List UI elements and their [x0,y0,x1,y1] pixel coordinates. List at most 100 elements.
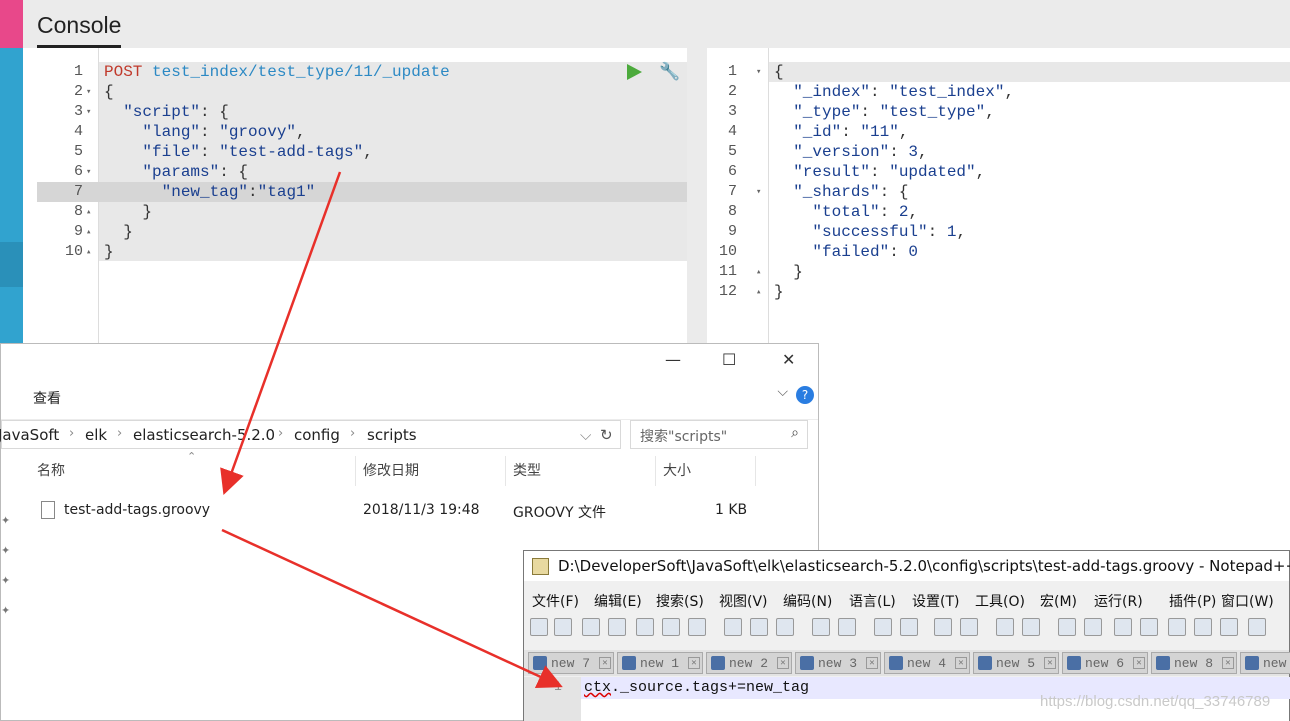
menu-item[interactable]: 设置(T) [912,591,959,611]
function-list-icon[interactable] [1194,618,1212,636]
file-tab[interactable]: new✕ [1240,652,1290,674]
close-button[interactable]: ✕ [782,350,795,369]
file-tab[interactable]: new 6 ✕ [1062,652,1148,674]
wrench-icon[interactable]: 🔧 [659,62,680,83]
show-all-icon[interactable] [1084,618,1102,636]
file-tab[interactable]: new 8 ✕ [1151,652,1237,674]
tab-view[interactable]: 查看 [33,388,61,408]
menu-item[interactable]: 编码(N) [783,591,832,611]
file-tab[interactable]: new 3 ✕ [795,652,881,674]
code-line[interactable]: { [774,62,784,82]
menu-item[interactable]: 运行(R) [1094,591,1143,611]
maximize-button[interactable]: ☐ [722,350,736,369]
print-icon[interactable] [688,618,706,636]
close-icon[interactable] [636,618,654,636]
code-line[interactable]: "_id": "11", [774,122,908,142]
open-file-icon[interactable] [554,618,572,636]
column-divider[interactable] [655,456,656,486]
column-divider[interactable] [755,456,756,486]
save-icon[interactable] [582,618,600,636]
chevron-right-icon[interactable]: › [278,426,283,441]
pin-icon[interactable]: ✦ [1,514,10,527]
fold-toggle-icon[interactable]: ▾ [86,162,91,182]
column-header-type[interactable]: 类型 [513,460,541,480]
code-line[interactable]: "lang": "groovy", [104,122,305,142]
code-line[interactable]: "file": "test-add-tags", [104,142,372,162]
sync-v-icon[interactable] [996,618,1014,636]
pin-icon[interactable]: ✦ [1,604,10,617]
chevron-down-icon[interactable]: ⌵ [580,426,591,444]
code-line[interactable]: "script": { [104,102,229,122]
code-line[interactable]: "successful": 1, [774,222,966,242]
code-line[interactable]: "failed": 0 [774,242,918,262]
chevron-down-icon[interactable]: ⌵ [777,384,788,400]
copy-icon[interactable] [750,618,768,636]
column-divider[interactable] [355,456,356,486]
code-line[interactable]: { [104,82,114,102]
code-line[interactable]: "result": "updated", [774,162,985,182]
code-line[interactable]: "_shards": { [774,182,908,202]
console-tab[interactable]: Console [37,12,122,48]
zoom-out-icon[interactable] [960,618,978,636]
record-icon[interactable] [1220,618,1238,636]
redo-icon[interactable] [838,618,856,636]
code-line[interactable]: "_version": 3, [774,142,927,162]
file-tab[interactable]: new 7 ✕ [528,652,614,674]
chevron-right-icon[interactable]: › [117,426,122,441]
code-line[interactable]: } [774,262,803,282]
code-line[interactable]: POST test_index/test_type/11/_update [104,62,450,82]
fold-toggle-icon[interactable]: ▾ [756,182,761,202]
indent-guide-icon[interactable] [1114,618,1132,636]
column-header-modified[interactable]: 修改日期 [363,460,419,480]
fold-toggle-icon[interactable]: ▾ [756,62,761,82]
notepadpp-code[interactable]: ctx._source.tags+=new_tag [584,679,809,696]
code-line[interactable]: } [774,282,784,302]
close-tab-icon[interactable]: ✕ [599,657,611,669]
new-file-icon[interactable] [530,618,548,636]
replace-icon[interactable] [900,618,918,636]
code-line[interactable]: "params": { [104,162,248,182]
minimize-button[interactable]: — [665,350,681,369]
code-line[interactable]: "new_tag":"tag1" [104,182,316,202]
menu-item[interactable]: 视图(V) [719,591,768,611]
help-icon[interactable]: ? [796,386,814,404]
doc-map-icon[interactable] [1168,618,1186,636]
refresh-icon[interactable]: ↻ [600,426,613,444]
folder-icon[interactable] [1140,618,1158,636]
close-tab-icon[interactable]: ✕ [955,657,967,669]
code-line[interactable]: } [104,242,114,262]
code-line[interactable]: "_type": "test_type", [774,102,995,122]
code-line[interactable]: } [104,222,133,242]
wrap-icon[interactable] [1058,618,1076,636]
cut-icon[interactable] [724,618,742,636]
fold-toggle-icon[interactable]: ▾ [86,82,91,102]
close-tab-icon[interactable]: ✕ [1044,657,1056,669]
breadcrumb-scripts[interactable]: scripts [367,426,417,444]
code-line[interactable]: } [104,202,152,222]
close-tab-icon[interactable]: ✕ [1222,657,1234,669]
code-line[interactable]: "_index": "test_index", [774,82,1014,102]
file-tab[interactable]: new 5 ✕ [973,652,1059,674]
fold-toggle-icon[interactable]: ▴ [756,282,761,302]
close-tab-icon[interactable]: ✕ [777,657,789,669]
file-tab[interactable]: new 1 ✕ [617,652,703,674]
column-header-size[interactable]: 大小 [663,460,691,480]
menu-item[interactable]: 工具(O) [975,591,1025,611]
file-tab[interactable]: new 4 ✕ [884,652,970,674]
menu-item[interactable]: 语言(L) [849,591,896,611]
breadcrumb-elk[interactable]: elk [85,426,107,444]
menu-item[interactable]: 搜索(S) [656,591,704,611]
breadcrumb-javasoft[interactable]: JavaSoft [0,426,59,444]
close-tab-icon[interactable]: ✕ [866,657,878,669]
close-tab-icon[interactable]: ✕ [688,657,700,669]
pin-icon[interactable]: ✦ [1,544,10,557]
find-icon[interactable] [874,618,892,636]
paste-icon[interactable] [776,618,794,636]
close-all-icon[interactable] [662,618,680,636]
column-divider[interactable] [505,456,506,486]
fold-toggle-icon[interactable]: ▾ [86,102,91,122]
search-input[interactable]: 搜索"scripts" ⌕ [630,420,808,449]
menu-item[interactable]: 编辑(E) [594,591,642,611]
fold-toggle-icon[interactable]: ▴ [86,222,91,242]
zoom-in-icon[interactable] [934,618,952,636]
